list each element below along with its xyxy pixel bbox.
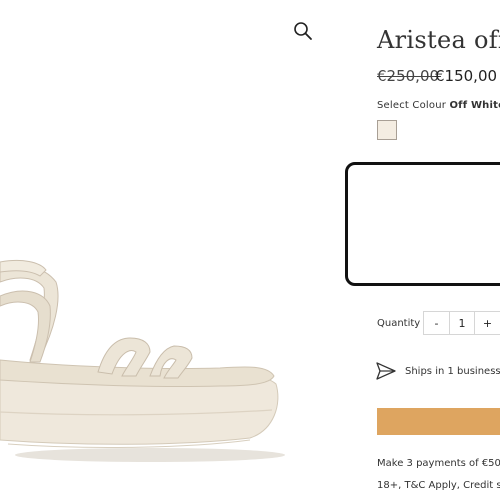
sale-price: €150,00 — [435, 67, 498, 85]
product-image[interactable] — [0, 0, 340, 500]
sandal-illustration — [0, 259, 285, 462]
selected-colour: Off White — [449, 100, 500, 111]
colour-label: Select Colour Off White — [377, 100, 500, 111]
add-to-cart-button[interactable] — [377, 408, 500, 435]
original-price: €250,00 — [377, 67, 440, 85]
empty-widget-box — [345, 162, 500, 286]
search-icon[interactable] — [292, 20, 314, 42]
credit-terms: 18+, T&C Apply, Credit subj — [377, 480, 500, 491]
quantity-increase-button[interactable]: + — [475, 312, 500, 334]
shipping-info: Ships in 1 business d — [405, 366, 500, 377]
paper-plane-icon — [376, 362, 396, 380]
quantity-label: Quantity — [377, 318, 421, 329]
quantity-value[interactable]: 1 — [450, 312, 475, 334]
quantity-decrease-button[interactable]: - — [424, 312, 450, 334]
colour-swatch-off-white[interactable] — [377, 120, 397, 140]
product-title: Aristea off — [377, 26, 500, 54]
colour-label-text: Select Colour — [377, 100, 447, 111]
quantity-stepper: - 1 + — [423, 311, 500, 335]
installments-info: Make 3 payments of €50,0 — [377, 458, 500, 469]
